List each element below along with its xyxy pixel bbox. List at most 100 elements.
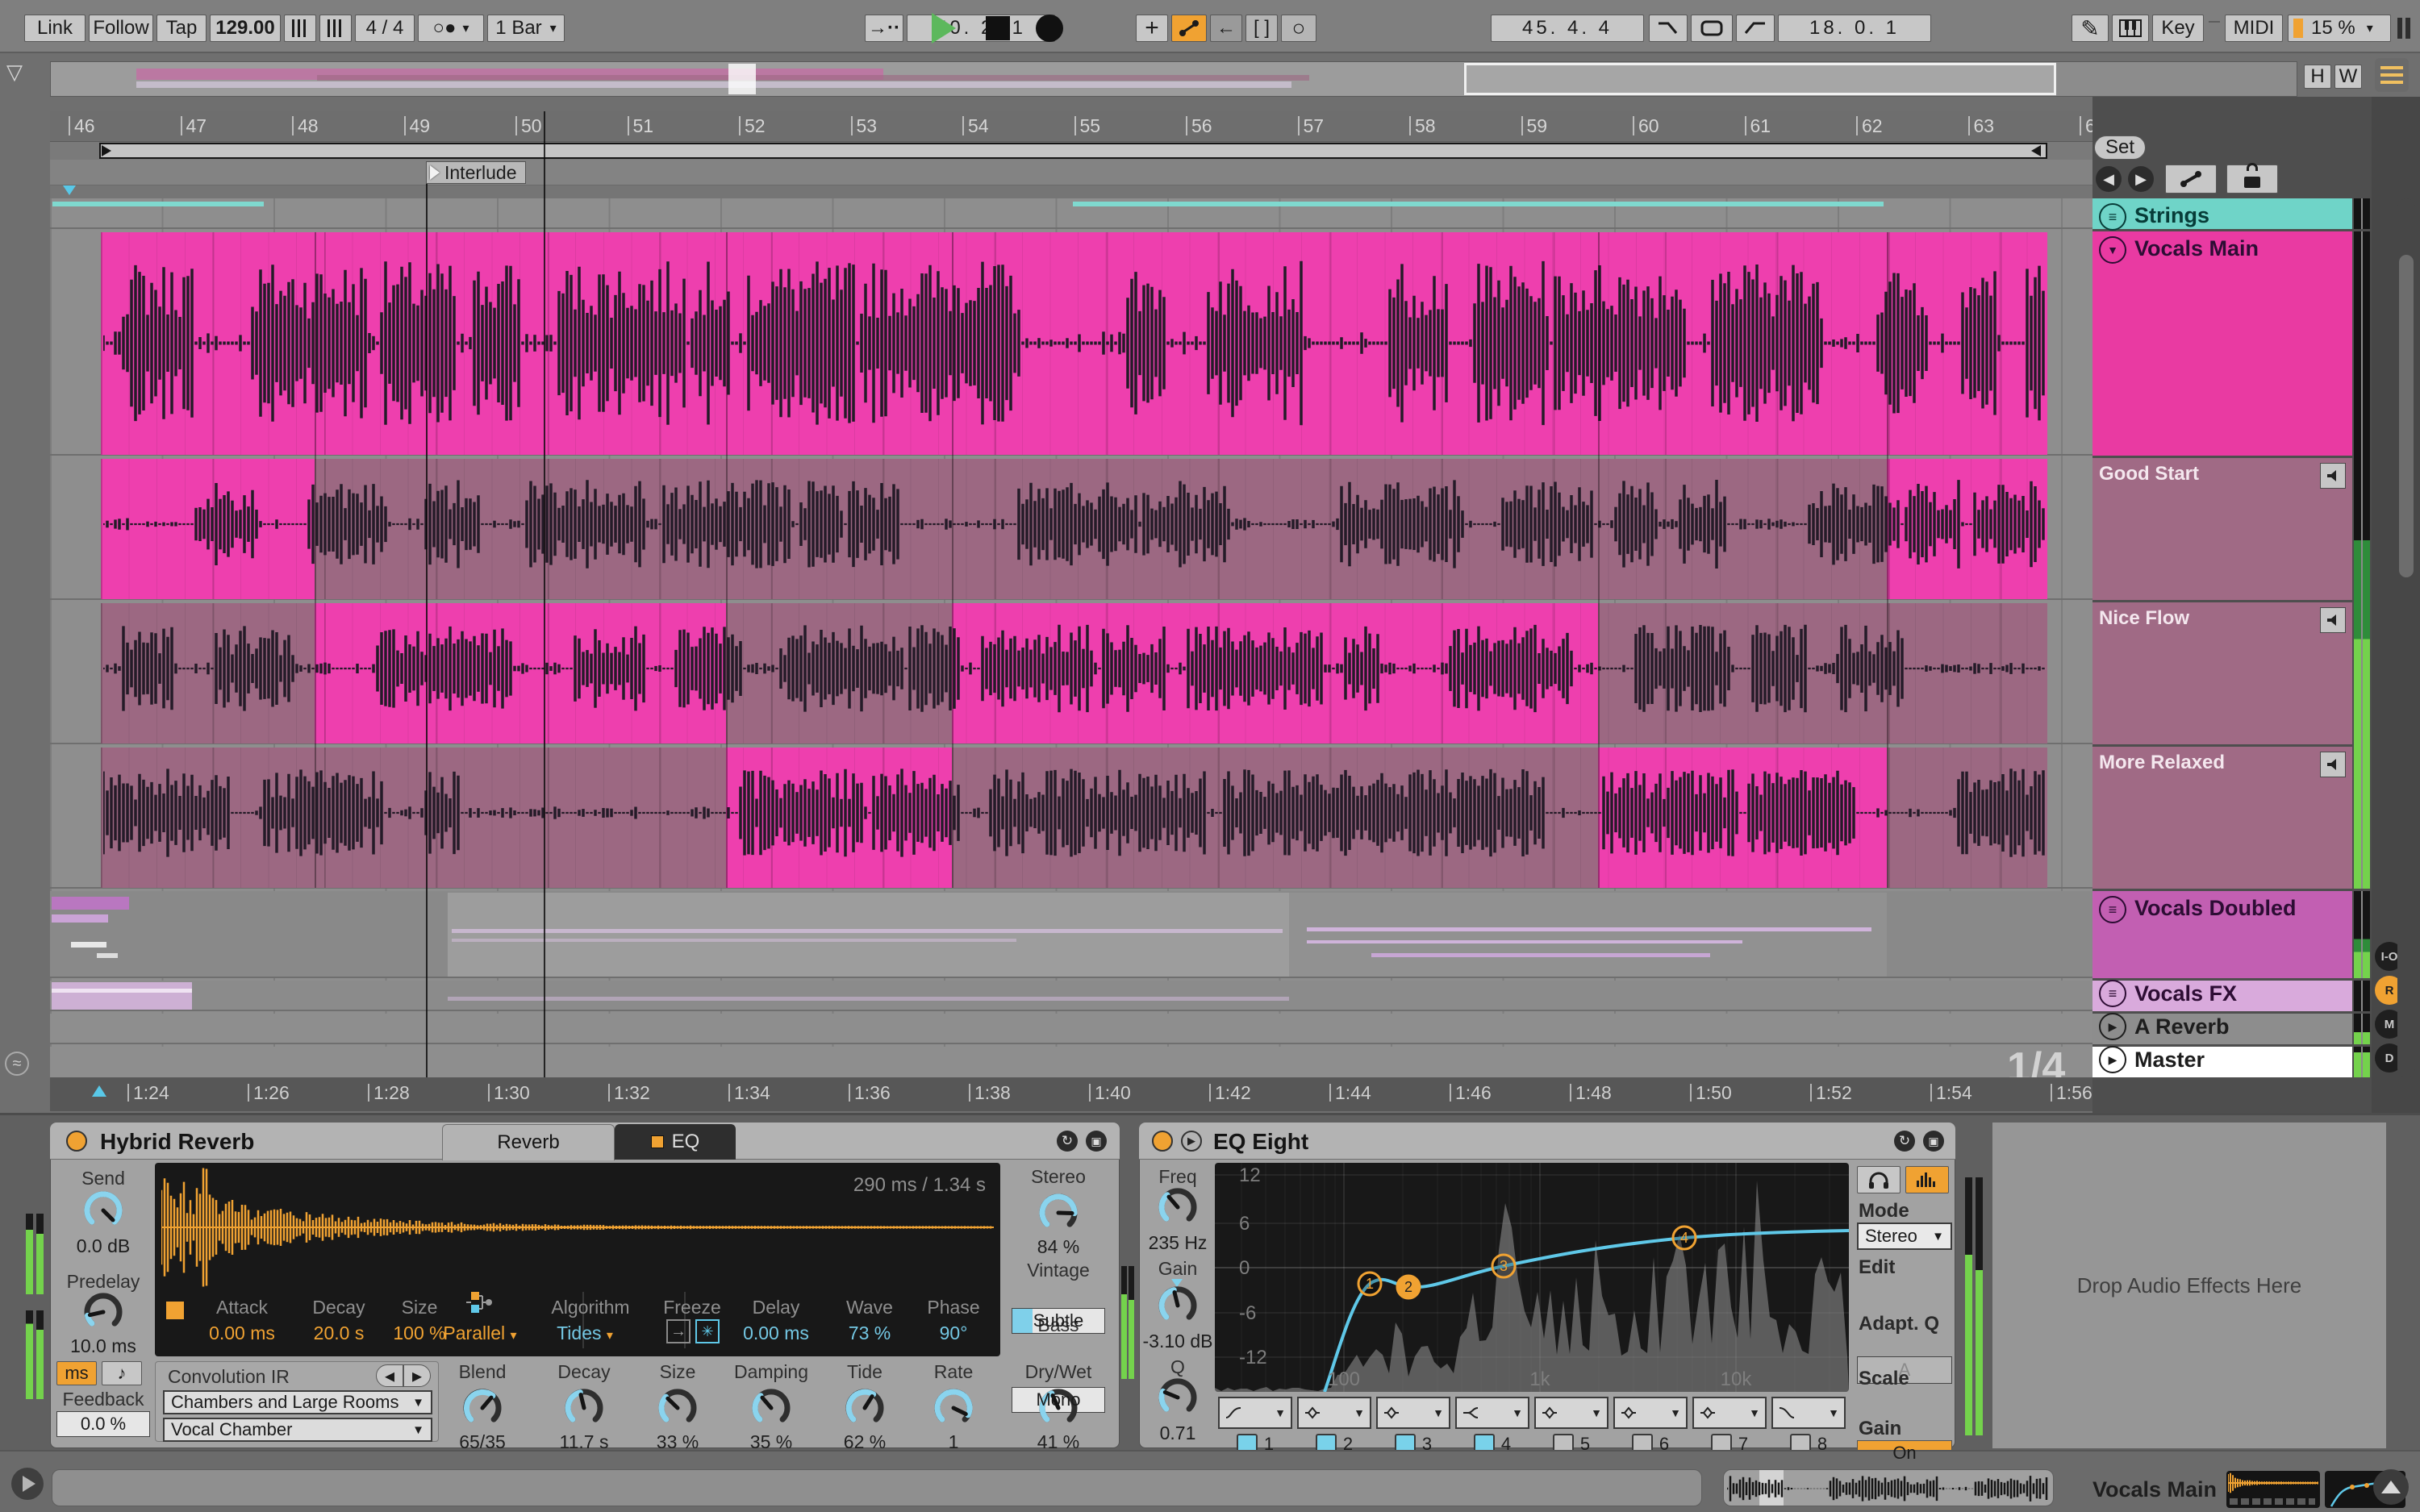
time-label[interactable]: 1:26 [248, 1084, 290, 1102]
link-button[interactable]: Link [24, 15, 86, 42]
overview-height-button[interactable]: H [2304, 65, 2331, 89]
band-filter-type-dropdown[interactable]: ▼ [1771, 1397, 1846, 1429]
unfold-master-icon[interactable]: ▶ [2099, 1046, 2126, 1073]
time-label[interactable]: 1:50 [1690, 1084, 1732, 1102]
gain-knob[interactable] [1156, 1284, 1200, 1327]
vertical-scrollbar[interactable] [2397, 198, 2415, 1077]
track-header-vocals-fx[interactable]: ≡ Vocals FX [2092, 980, 2352, 1011]
unfold-takes-icon[interactable]: ▼ [2099, 236, 2126, 264]
bar-number[interactable]: 57 [1297, 116, 1324, 135]
ir-prev-button[interactable]: ◂ [376, 1364, 403, 1387]
send-knob[interactable] [81, 1189, 125, 1232]
stop-button[interactable] [978, 11, 1018, 45]
bar-number[interactable]: 48 [292, 116, 319, 135]
time-label[interactable]: 1:24 [127, 1084, 169, 1102]
bar-number[interactable]: 53 [850, 116, 877, 135]
device-title[interactable]: EQ Eight [1213, 1129, 1308, 1155]
preview-play-button[interactable] [11, 1468, 44, 1500]
time-label[interactable]: 1:36 [849, 1084, 891, 1102]
track-header-strings[interactable]: ≡ Strings [2092, 198, 2352, 231]
loop-end-handle[interactable] [2031, 145, 2041, 156]
audition-band-button[interactable] [1857, 1166, 1901, 1193]
midi-arrangement-overdub-button[interactable] [1171, 15, 1207, 42]
fx-clip[interactable] [52, 982, 192, 1010]
damping-knob-group[interactable]: Damping 35 % [723, 1361, 820, 1453]
tide-knob[interactable] [843, 1386, 887, 1430]
time-label[interactable]: 1:30 [488, 1084, 530, 1102]
time-label[interactable]: 1:48 [1570, 1084, 1612, 1102]
time-label[interactable]: 1:42 [1209, 1084, 1251, 1102]
time-label[interactable]: 1:46 [1450, 1084, 1492, 1102]
decay-knob-group[interactable]: Decay 11.7 s [536, 1361, 632, 1453]
record-button[interactable] [1029, 11, 1070, 45]
time-label[interactable]: 1:34 [728, 1084, 770, 1102]
take-header-nice-flow[interactable]: Nice Flow [2092, 602, 2352, 744]
band-filter-type-dropdown[interactable]: ▼ [1297, 1397, 1371, 1429]
q-knob[interactable] [1156, 1376, 1200, 1419]
loop-start-handle[interactable] [102, 145, 111, 156]
device-title[interactable]: Hybrid Reverb [100, 1129, 254, 1155]
status-message-strip[interactable] [52, 1469, 1702, 1506]
punch-out-button[interactable] [1736, 15, 1775, 42]
size-value[interactable]: 100 % [393, 1322, 445, 1344]
locator-row[interactable] [50, 160, 2092, 185]
vintage-selector[interactable]: Subtle [1012, 1308, 1105, 1334]
bar-number[interactable]: 63 [1967, 116, 1994, 135]
blend-knob[interactable] [461, 1386, 504, 1430]
bar-number[interactable]: 59 [1521, 116, 1547, 135]
follow-behavior-icon[interactable]: ≈ [5, 1052, 29, 1076]
re-enable-automation-button[interactable]: ← [1210, 15, 1242, 42]
follow-external-button[interactable]: Follow [89, 15, 153, 42]
ir-next-button[interactable]: ▸ [403, 1364, 431, 1387]
attack-value[interactable]: 0.00 ms [209, 1322, 275, 1344]
blend-knob-group[interactable]: Blend 65/35 [434, 1361, 531, 1453]
delay-value[interactable]: 0.00 ms [743, 1322, 809, 1344]
beat-time-ruler[interactable]: 46 47 48 49 50 51 52 53 54 55 56 57 58 59 60 61 62 63 64 [50, 111, 2092, 142]
size-knob[interactable] [656, 1386, 699, 1430]
band-filter-type-dropdown[interactable]: ▼ [1376, 1397, 1450, 1429]
decay-value[interactable]: 20.0 s [314, 1322, 365, 1344]
bar-number[interactable]: 54 [962, 116, 989, 135]
hotswap-button[interactable]: ↻ [1057, 1131, 1078, 1152]
rate-knob-group[interactable]: Rate 1 [905, 1361, 1002, 1453]
session-record-button[interactable]: ○ [1281, 15, 1316, 42]
unfold-return-icon[interactable]: ▶ [2099, 1013, 2126, 1040]
audition-take-button[interactable] [2320, 752, 2346, 777]
predelay-ms-toggle[interactable]: ms [56, 1361, 97, 1385]
damping-knob[interactable] [749, 1386, 793, 1430]
band-filter-type-dropdown[interactable]: ▼ [1613, 1397, 1688, 1429]
scrollbar-thumb[interactable] [2399, 255, 2414, 577]
time-label[interactable]: 1:40 [1089, 1084, 1131, 1102]
quantize-menu[interactable]: 1 Bar ▾ [487, 15, 565, 42]
loop-start-field[interactable]: 45. 4. 4 [1491, 15, 1644, 42]
time-label[interactable]: 1:32 [608, 1084, 650, 1102]
bar-number[interactable]: 50 [515, 116, 542, 135]
loop-switch[interactable] [1691, 15, 1733, 42]
draw-mode-button[interactable]: ✎ [2072, 15, 2109, 42]
a-reverb-row[interactable] [50, 1014, 2092, 1044]
bar-number[interactable]: 58 [1409, 116, 1436, 135]
take-header-more-relaxed[interactable]: More Relaxed [2092, 747, 2352, 889]
master-row[interactable] [50, 1047, 2092, 1077]
nudge-up-button[interactable] [319, 15, 352, 42]
group-fold-icon[interactable]: ≡ [2099, 896, 2126, 923]
routing-icon[interactable] [461, 1290, 499, 1314]
track-header-vocals-main[interactable]: ▼ Vocals Main [2092, 231, 2352, 456]
mode-dropdown[interactable]: Stereo ▼ [1857, 1223, 1952, 1250]
punch-in-button[interactable] [1649, 15, 1688, 42]
freq-knob[interactable] [1156, 1185, 1200, 1229]
time-label[interactable]: 1:52 [1810, 1084, 1852, 1102]
capture-midi-button[interactable]: [ ] [1245, 15, 1278, 42]
audition-take-button[interactable] [2320, 607, 2346, 633]
cpu-meter[interactable]: 15 % ▾ [2288, 15, 2391, 42]
predelay-value[interactable]: 10.0 ms [70, 1335, 136, 1357]
hamburger-menu-button[interactable] [2375, 58, 2409, 92]
play-button[interactable] [924, 11, 964, 45]
loop-length-field[interactable]: 18. 0. 1 [1778, 15, 1931, 42]
overview-width-button[interactable]: W [2334, 65, 2362, 89]
set-locator-button[interactable]: Set [2094, 135, 2146, 160]
decay-knob[interactable] [562, 1386, 606, 1430]
left-fold-triangle[interactable]: ▽ [6, 60, 23, 85]
send-value[interactable]: 0.0 dB [77, 1235, 131, 1257]
key-map-button[interactable]: Key [2152, 15, 2204, 42]
